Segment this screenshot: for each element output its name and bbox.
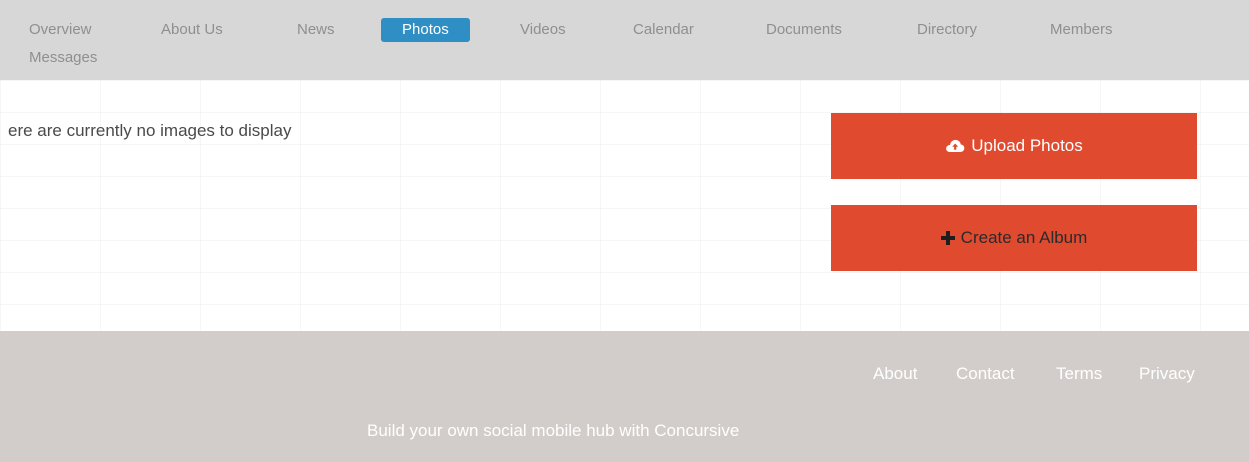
nav-item-members[interactable]: Members: [1050, 20, 1113, 40]
create-album-button[interactable]: Create an Album: [831, 205, 1197, 271]
nav-item-about-us[interactable]: About Us: [161, 20, 223, 40]
nav-item-photos[interactable]: Photos: [381, 18, 470, 42]
nav-item-calendar[interactable]: Calendar: [633, 20, 694, 40]
empty-message: ere are currently no images to display: [8, 121, 292, 140]
photos-content: ere are currently no images to display U…: [0, 80, 1249, 331]
create-album-label: Create an Album: [960, 228, 1088, 247]
footer-link-about[interactable]: About: [873, 364, 917, 384]
footer-tagline: Build your own social mobile hub with Co…: [367, 421, 740, 440]
footer: About Contact Terms Privacy Build your o…: [0, 331, 1249, 462]
top-nav: Overview About Us News Photos Videos Cal…: [0, 0, 1249, 80]
nav-item-messages[interactable]: Messages: [29, 48, 97, 68]
nav-item-documents[interactable]: Documents: [766, 20, 842, 40]
nav-item-news[interactable]: News: [297, 20, 335, 40]
nav-item-directory[interactable]: Directory: [917, 20, 977, 40]
footer-link-contact[interactable]: Contact: [956, 364, 1015, 384]
nav-item-videos[interactable]: Videos: [520, 20, 566, 40]
footer-link-privacy[interactable]: Privacy: [1139, 364, 1195, 384]
plus-icon: [940, 231, 955, 245]
upload-photos-label: Upload Photos: [971, 136, 1083, 155]
nav-item-overview[interactable]: Overview: [29, 20, 92, 40]
upload-photos-button[interactable]: Upload Photos: [831, 113, 1197, 179]
cloud-upload-icon: [945, 138, 965, 154]
footer-link-terms[interactable]: Terms: [1056, 364, 1102, 384]
